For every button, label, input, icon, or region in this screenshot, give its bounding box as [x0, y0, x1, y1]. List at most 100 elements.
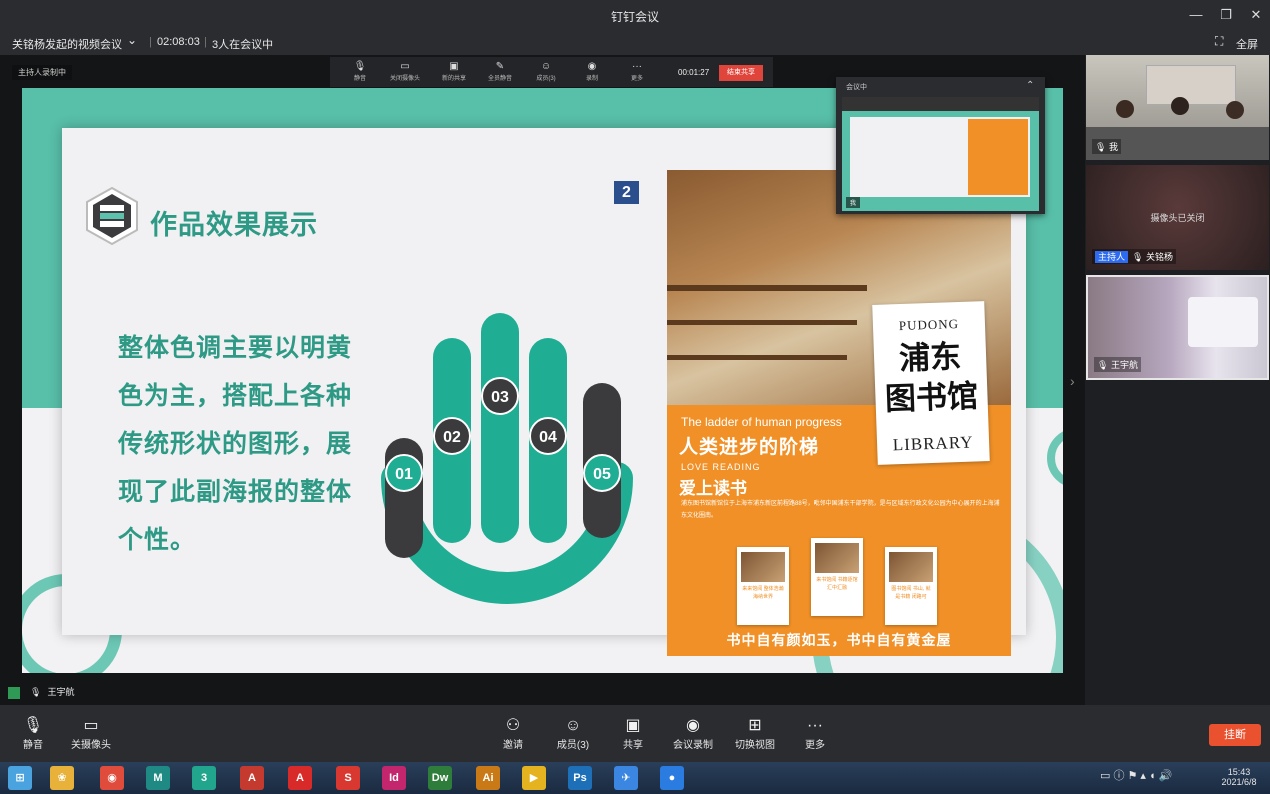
mute-all-button[interactable]: ✎ 全员静音 — [480, 60, 520, 82]
add-user-icon: ⚇ — [505, 717, 521, 734]
share-mute-button[interactable]: 🎙 静音 — [340, 60, 380, 82]
mic-icon: 🎙 — [1095, 142, 1109, 152]
app-acrobat[interactable]: A — [288, 766, 312, 790]
poster-title-card: PUDONG 浦东 图书馆 LIBRARY — [872, 301, 990, 465]
app-dingtalk[interactable]: ✈ — [614, 766, 638, 790]
camera-button[interactable]: ▭ 关摄像头 — [58, 716, 124, 751]
mini-toolbar — [842, 97, 1039, 111]
poster-tagline-cn: 人类进步的阶梯 — [679, 437, 820, 458]
invite-button[interactable]: ⚇ 邀请 — [480, 716, 546, 751]
participant-name-text: 我 — [1108, 142, 1118, 152]
app-3dsmax-alt[interactable]: 3 — [192, 766, 216, 790]
mic-icon: 🎙 — [30, 687, 42, 697]
person-head — [1171, 97, 1189, 115]
mic-icon: 🎙 — [22, 717, 44, 734]
poster-title-line1: 浦东 — [898, 338, 962, 377]
participant-tile-self[interactable]: 🎙 我 — [1086, 55, 1269, 160]
switch-view-button[interactable]: ⊞ 切换视图 — [722, 716, 788, 751]
self-preview[interactable]: 会议中 ⌃ 我 — [836, 77, 1045, 214]
poster-title-line2: 图书馆 — [884, 378, 979, 417]
hangup-button[interactable]: 挂断 — [1209, 724, 1261, 746]
share-label: 共享 — [623, 740, 643, 751]
end-share-button[interactable]: 结束共享 — [719, 65, 763, 81]
grid-icon: ⊞ — [748, 717, 762, 734]
participant-name: 🎙 王宇航 — [1094, 357, 1141, 372]
app-sketchup[interactable]: S — [336, 766, 360, 790]
self-preview-header: 会议中 — [846, 84, 867, 91]
poster-thumb-text: 来书馆阅 书籍逐馆 汇中汇融 — [816, 577, 858, 591]
clock[interactable]: 15:43 2021/6/8 — [1214, 767, 1264, 787]
finger-3 — [481, 313, 519, 543]
app-3dsmax[interactable]: M — [146, 766, 170, 790]
share-mute-label: 静音 — [353, 76, 366, 82]
meeting-name[interactable]: 关铭杨发起的视频会议 — [12, 36, 122, 52]
poster-love-cn: 爱上读书 — [679, 479, 747, 498]
participant-count: 3人在会议中 — [212, 39, 274, 51]
mute-label: 静音 — [23, 740, 43, 751]
app-indesign[interactable]: Id — [382, 766, 406, 790]
app-illustrator[interactable]: Ai — [476, 766, 500, 790]
host-badge: 主持人 — [1095, 251, 1129, 263]
app-pinwheel[interactable]: ❀ — [50, 766, 74, 790]
app-autocad[interactable]: A — [240, 766, 264, 790]
share-record-label: 录制 — [585, 76, 598, 82]
share-camera-button[interactable]: ▭ 关闭摄像头 — [385, 60, 425, 82]
start-button[interactable]: ⊞ — [8, 766, 32, 790]
clock-time: 15:43 — [1227, 767, 1251, 777]
camera-icon: ▭ — [83, 717, 99, 734]
page-number-badge: 2 — [614, 181, 639, 204]
share-toolbar: 🎙 静音 ▭ 关闭摄像头 ▣ 新的共享 ✎ 全员静音 ☺ 成员(3) ◉ 录制 ··· 更多 … — [330, 57, 773, 87]
chevron-down-icon[interactable]: ⌄ — [127, 33, 137, 47]
new-share-button[interactable]: ▣ 新的共享 — [434, 60, 474, 82]
app-chrome[interactable]: ◉ — [100, 766, 124, 790]
poster-tagline-en: The ladder of human progress — [681, 415, 842, 429]
share-timer: 00:01:27 — [678, 68, 710, 77]
participant-tile-host[interactable]: 摄像头已关闭 主持人 🎙 关铭杨 — [1086, 165, 1269, 270]
shared-screen: 主持人录制中 🎙 静音 ▭ 关闭摄像头 ▣ 新的共享 ✎ 全员静音 ☺ 成员(3) ◉ 录制… — [0, 55, 1085, 705]
members-label: 成员(3) — [556, 740, 590, 751]
share-members-button[interactable]: ☺ 成员(3) — [526, 60, 566, 82]
more-button[interactable]: ··· 更多 — [782, 716, 848, 751]
members-button[interactable]: ☺ 成员(3) — [540, 716, 606, 751]
record-button[interactable]: ◉ 会议录制 — [660, 716, 726, 751]
svg-text:02: 02 — [443, 429, 461, 446]
record-icon: ◉ — [587, 61, 597, 72]
participant-tile-speaker[interactable]: 🎙 王宇航 — [1086, 275, 1269, 380]
video-screen-backdrop — [1188, 297, 1258, 347]
poster-thumb: 来来馆阅 整体浩瀚 海纳世界 — [737, 547, 789, 625]
step-04: 04 — [529, 417, 567, 455]
mute-button[interactable]: 🎙 静音 — [0, 716, 66, 751]
poster-thumb: 图书馆阅 书山, 就是书籍 闭路可 — [885, 547, 937, 625]
chevron-right-icon[interactable]: › — [1070, 373, 1075, 389]
fullscreen-button[interactable]: 全屏 — [1236, 36, 1258, 52]
app-potplayer[interactable]: ▶ — [522, 766, 546, 790]
share-members-label: 成员(3) — [536, 76, 556, 82]
app-dreamweaver[interactable]: Dw — [428, 766, 452, 790]
self-preview-thumbnail: 我 — [842, 97, 1039, 211]
poster-body: 浦东图书馆新馆位于上海市浦东新区前程路88号，毗邻中国浦东干部学院，是与区域东行… — [681, 501, 1000, 519]
poster-library: LIBRARY — [892, 432, 974, 455]
mic-icon: 🎙 — [1097, 360, 1111, 370]
collapse-icon[interactable]: ⌃ — [1026, 80, 1034, 91]
mute-all-icon: ✎ — [495, 61, 505, 72]
share-more-button[interactable]: ··· 更多 — [617, 60, 657, 82]
share-button[interactable]: ▣ 共享 — [600, 716, 666, 751]
self-name-tag: 我 — [846, 197, 861, 208]
app-photoshop[interactable]: Ps — [568, 766, 592, 790]
camera-off-text: 摄像头已关闭 — [1150, 213, 1205, 223]
share-icon: ▣ — [625, 717, 641, 734]
person-head — [1116, 100, 1134, 118]
chat-icon — [8, 686, 20, 699]
poster-thumb-text: 图书馆阅 书山, 就是书籍 闭路可 — [891, 586, 931, 600]
app-meeting[interactable]: ● — [660, 766, 684, 790]
participant-name: 主持人 🎙 关铭杨 — [1092, 249, 1176, 264]
shelf-line — [667, 320, 857, 325]
fullscreen-icon[interactable]: ⛶ — [1215, 34, 1223, 49]
camera-label: 关摄像头 — [71, 740, 111, 751]
minimize-button[interactable]: — — [1187, 6, 1205, 24]
share-record-button[interactable]: ◉ 录制 — [572, 60, 612, 82]
tray-icons[interactable]: ▭ ⓘ ⚑ ▴ ◖ 🔊 — [1100, 767, 1172, 783]
close-button[interactable]: ✕ — [1247, 6, 1265, 24]
maximize-button[interactable]: ❐ — [1217, 6, 1235, 24]
switch-view-label: 切换视图 — [735, 740, 775, 751]
